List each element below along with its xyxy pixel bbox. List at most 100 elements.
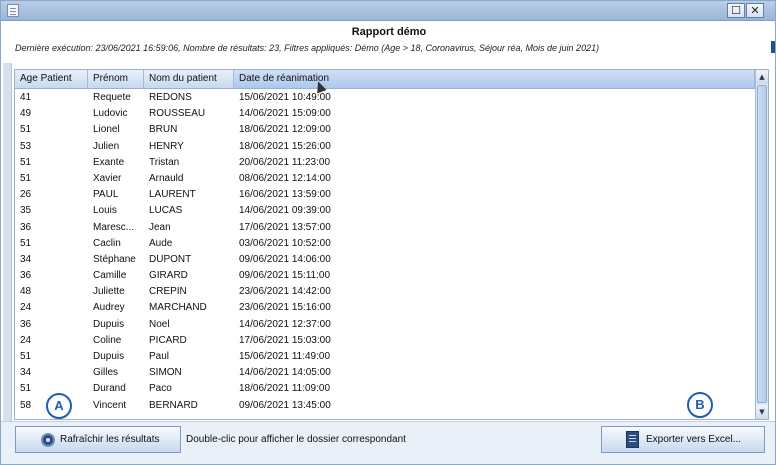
annotation-marker-b: B <box>687 392 713 418</box>
cell-lastname: LAURENT <box>149 189 196 201</box>
cell-date: 18/06/2021 12:09:00 <box>239 124 331 136</box>
scroll-thumb[interactable] <box>757 85 767 403</box>
cell-firstname: Maresc... <box>93 221 135 233</box>
cell-date: 16/06/2021 13:59:00 <box>239 189 331 201</box>
cell-age: 53 <box>20 140 32 152</box>
cell-lastname: DUPONT <box>149 253 192 265</box>
cell-firstname: Audrey <box>93 302 125 314</box>
cell-date: 20/06/2021 11:23:00 <box>239 156 331 168</box>
cell-age: 26 <box>20 189 32 201</box>
scroll-down-button[interactable]: ▼ <box>756 405 768 419</box>
cell-date: 14/06/2021 12:37:00 <box>239 318 331 330</box>
table-row[interactable]: 51 Exante Tristan 20/06/2021 11:23:00 <box>15 155 755 171</box>
refresh-button[interactable]: Rafraîchir les résultats <box>15 426 181 453</box>
cell-lastname: MARCHAND <box>149 302 207 314</box>
scroll-up-button[interactable]: ▲ <box>756 70 768 84</box>
table-row[interactable]: 53 Julien HENRY 18/06/2021 15:26:00 <box>15 139 755 155</box>
cell-lastname: GIRARD <box>149 270 188 282</box>
cell-lastname: BERNARD <box>149 399 198 411</box>
cell-age: 36 <box>20 270 32 282</box>
app-icon <box>7 4 19 17</box>
report-subtitle: Dernière exécution: 23/06/2021 16:59:06,… <box>15 43 600 53</box>
cell-lastname: CREPIN <box>149 286 187 298</box>
export-button-label: Exporter vers Excel... <box>646 434 742 445</box>
column-header-firstname[interactable]: Prénom <box>88 70 144 88</box>
table-row[interactable]: 34 Stéphane DUPONT 09/06/2021 14:06:00 <box>15 252 755 268</box>
cell-date: 15/06/2021 10:49:00 <box>239 92 331 103</box>
cell-age: 36 <box>20 318 32 330</box>
column-header-age[interactable]: Age Patient <box>15 70 88 88</box>
window-edge-marker <box>771 41 775 53</box>
left-splitter[interactable] <box>3 63 12 421</box>
cell-lastname: Paul <box>149 351 170 362</box>
table-row[interactable]: 51 Durand Paco 18/06/2021 11:09:00 <box>15 381 755 397</box>
table-row[interactable]: 41 Requete REDONS 15/06/2021 10:49:00 <box>15 90 755 106</box>
cell-firstname: Juliette <box>93 286 125 298</box>
table-row[interactable]: 51 Lionel BRUN 18/06/2021 12:09:00 <box>15 122 755 138</box>
cell-age: 49 <box>20 108 32 120</box>
cell-age: 51 <box>20 237 32 249</box>
cell-lastname: Aude <box>149 237 173 249</box>
cell-date: 23/06/2021 15:16:00 <box>239 302 331 314</box>
cell-date: 08/06/2021 12:14:00 <box>239 172 331 184</box>
cell-firstname: Ludovic <box>93 108 128 120</box>
excel-icon <box>626 431 639 448</box>
cell-date: 15/06/2021 11:49:00 <box>239 351 331 362</box>
double-click-hint: Double-clic pour afficher le dossier cor… <box>186 434 406 445</box>
cell-firstname: Vincent <box>93 399 127 411</box>
cell-date: 09/06/2021 13:45:00 <box>239 399 331 411</box>
cell-age: 35 <box>20 205 32 217</box>
table-row[interactable]: 36 Camille GIRARD 09/06/2021 15:11:00 <box>15 268 755 284</box>
table-row[interactable]: 35 Louis LUCAS 14/06/2021 09:39:00 <box>15 203 755 219</box>
cell-date: 09/06/2021 15:11:00 <box>239 270 331 282</box>
maximize-button[interactable]: ☐ <box>727 3 745 18</box>
table-row[interactable]: 36 Maresc... Jean 17/06/2021 13:57:00 <box>15 220 755 236</box>
vertical-scrollbar[interactable]: ▲ ▼ <box>755 70 768 419</box>
column-header-lastname[interactable]: Nom du patient <box>144 70 234 88</box>
cell-firstname: Durand <box>93 383 126 395</box>
cell-date: 18/06/2021 15:26:00 <box>239 140 331 152</box>
table-row[interactable]: 51 Dupuis Paul 15/06/2021 11:49:00 <box>15 349 755 365</box>
table-row[interactable]: 48 Juliette CREPIN 23/06/2021 14:42:00 <box>15 284 755 300</box>
cell-firstname: PAUL <box>93 189 119 201</box>
cell-lastname: Tristan <box>149 156 180 168</box>
cell-lastname: ROUSSEAU <box>149 108 206 120</box>
cell-firstname: Coline <box>93 334 122 346</box>
cell-lastname: Noel <box>149 318 170 330</box>
table-row[interactable]: 51 Caclin Aude 03/06/2021 10:52:00 <box>15 236 755 252</box>
cell-date: 17/06/2021 13:57:00 <box>239 221 331 233</box>
cell-lastname: HENRY <box>149 140 184 152</box>
table-row[interactable]: 24 Audrey MARCHAND 23/06/2021 15:16:00 <box>15 300 755 316</box>
maximize-icon: ☐ <box>731 4 741 17</box>
table-row[interactable]: 49 Ludovic ROUSSEAU 14/06/2021 15:09:00 <box>15 106 755 122</box>
close-button[interactable]: ✕ <box>746 3 764 18</box>
cell-firstname: Xavier <box>93 172 122 184</box>
cell-age: 24 <box>20 334 32 346</box>
annotation-marker-a: A <box>46 393 72 419</box>
column-header-date[interactable]: Date de réanimation <box>234 70 755 88</box>
cell-age: 36 <box>20 221 32 233</box>
table-row[interactable]: 24 Coline PICARD 17/06/2021 15:03:00 <box>15 333 755 349</box>
cell-firstname: Julien <box>93 140 120 152</box>
cell-age: 51 <box>20 172 32 184</box>
table-row[interactable]: 51 Xavier Arnauld 08/06/2021 12:14:00 <box>15 171 755 187</box>
table-row[interactable]: 34 Gilles SIMON 14/06/2021 14:05:00 <box>15 365 755 381</box>
cell-lastname: REDONS <box>149 92 192 103</box>
grid-header: Age Patient Prénom Nom du patient Date d… <box>15 70 755 89</box>
export-excel-button[interactable]: Exporter vers Excel... <box>601 426 765 453</box>
cell-firstname: Exante <box>93 156 125 168</box>
refresh-button-label: Rafraîchir les résultats <box>60 434 160 445</box>
cell-lastname: SIMON <box>149 367 182 379</box>
cell-firstname: Camille <box>93 270 127 282</box>
cell-date: 23/06/2021 14:42:00 <box>239 286 331 298</box>
cell-firstname: Dupuis <box>93 351 125 362</box>
cell-date: 18/06/2021 11:09:00 <box>239 383 331 395</box>
table-row[interactable]: 58 Vincent BERNARD 09/06/2021 13:45:00 <box>15 398 755 414</box>
cell-firstname: Louis <box>93 205 117 217</box>
table-row[interactable]: 36 Dupuis Noel 14/06/2021 12:37:00 <box>15 317 755 333</box>
table-row[interactable]: 26 PAUL LAURENT 16/06/2021 13:59:00 <box>15 187 755 203</box>
cell-date: 14/06/2021 15:09:00 <box>239 108 331 120</box>
title-bar[interactable]: ☐ ✕ <box>1 1 775 21</box>
cell-firstname: Gilles <box>93 367 119 379</box>
results-grid[interactable]: Age Patient Prénom Nom du patient Date d… <box>14 69 769 420</box>
